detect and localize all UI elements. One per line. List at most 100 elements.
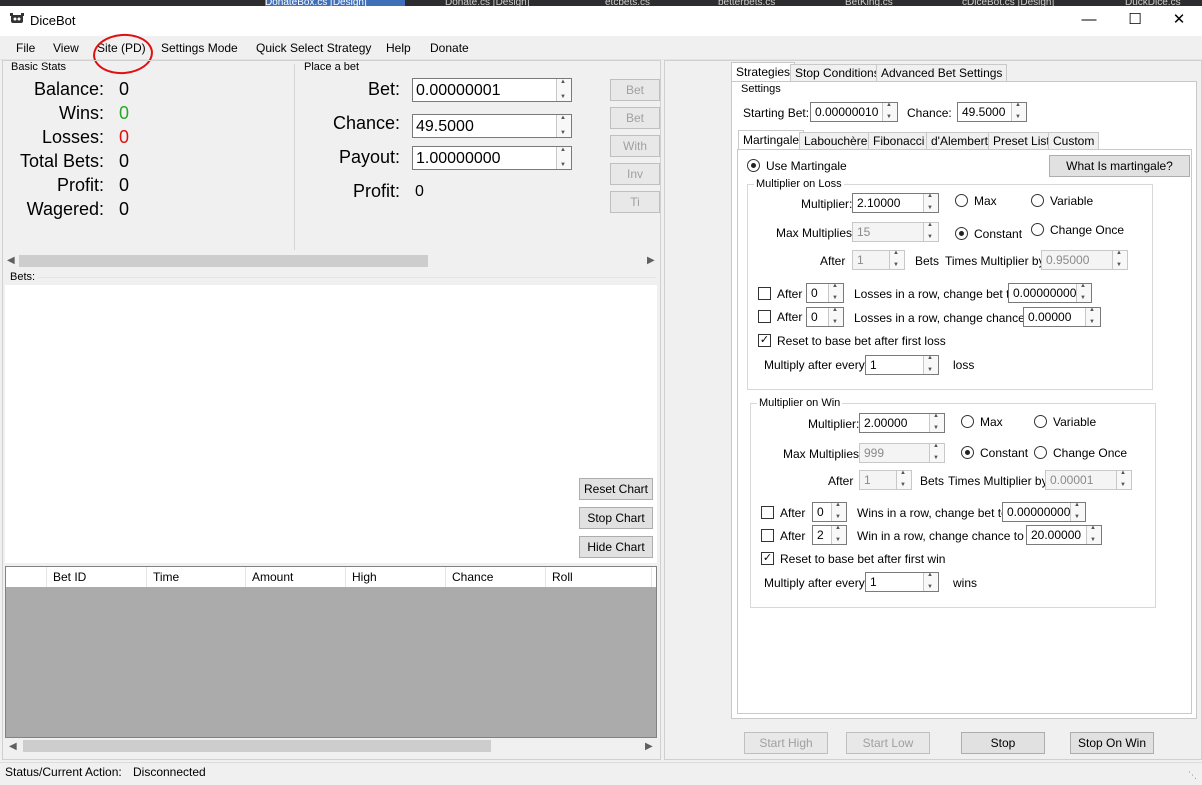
win-change-chance-target-spinner[interactable]	[1086, 525, 1101, 544]
menu-settings-mode[interactable]: Settings Mode	[161, 40, 238, 56]
settings-chance-input[interactable]: 49.5000	[957, 102, 1027, 122]
tab-labouchere[interactable]: Labouchère	[799, 132, 873, 150]
win-change-bet-checkbox[interactable]	[761, 506, 774, 519]
loss-after-spinner[interactable]	[889, 250, 904, 269]
loss-reset-checkbox[interactable]: ✓	[758, 334, 771, 347]
win-times-multiplier-spinner[interactable]	[1116, 470, 1131, 489]
minimize-button[interactable]: —	[1066, 6, 1112, 36]
loss-multiplier-input[interactable]: 2.10000	[852, 193, 939, 213]
reset-chart-button[interactable]: Reset Chart	[579, 478, 653, 500]
stop-button[interactable]: Stop	[961, 732, 1045, 754]
win-change-chance-count-spinner[interactable]	[831, 525, 846, 544]
bet-amount-input[interactable]: 0.00000001	[412, 78, 572, 102]
table-scroll-left-icon[interactable]: ◀	[9, 741, 17, 752]
menu-file[interactable]: File	[16, 40, 35, 56]
win-change-bet-target-input[interactable]: 0.00000000	[1002, 502, 1086, 522]
column-header-chance[interactable]: Chance	[446, 567, 546, 587]
menu-quick-select-strategy[interactable]: Quick Select Strategy	[256, 40, 371, 56]
loss-multiply-every-spinner[interactable]	[923, 355, 938, 374]
chance-input[interactable]: 49.5000	[412, 114, 572, 138]
loss-change-chance-count-input[interactable]: 0	[806, 307, 844, 327]
scroll-left-arrow-icon[interactable]: ◀	[7, 255, 15, 266]
table-scroll-right-icon[interactable]: ▶	[645, 741, 653, 752]
tab-fibonacci[interactable]: Fibonacci	[868, 132, 930, 150]
stop-on-win-button[interactable]: Stop On Win	[1070, 732, 1154, 754]
bet-high-button[interactable]: Bet	[610, 79, 660, 101]
loss-change-bet-count-input[interactable]: 0	[806, 283, 844, 303]
loss-max-multiplies-input[interactable]: 15	[852, 222, 939, 242]
loss-change-once-radio[interactable]	[1031, 223, 1044, 236]
table-scrollbar-thumb[interactable]	[23, 740, 491, 752]
invest-button[interactable]: Inv	[610, 163, 660, 185]
tab-stop-conditions[interactable]: Stop Conditions	[790, 64, 885, 82]
loss-max-radio[interactable]	[955, 194, 968, 207]
win-max-multiplies-input[interactable]: 999	[859, 443, 945, 463]
column-header-roll[interactable]: Roll	[546, 567, 652, 587]
tab-martingale[interactable]: Martingale	[738, 130, 805, 150]
column-header-high[interactable]: High	[346, 567, 446, 587]
win-constant-radio[interactable]	[961, 446, 974, 459]
win-multiply-every-input[interactable]: 1	[865, 572, 939, 592]
loss-variable-radio[interactable]	[1031, 194, 1044, 207]
win-reset-checkbox[interactable]: ✓	[761, 552, 774, 565]
chance-spinner[interactable]	[556, 115, 571, 137]
loss-times-multiplier-spinner[interactable]	[1112, 250, 1127, 269]
win-multiplier-spinner[interactable]	[929, 413, 944, 432]
win-change-bet-count-spinner[interactable]	[831, 502, 846, 521]
column-header-bet-id[interactable]: Bet ID	[47, 567, 147, 587]
menu-donate[interactable]: Donate	[430, 40, 469, 56]
tip-button[interactable]: Ti	[610, 191, 660, 213]
stop-chart-button[interactable]: Stop Chart	[579, 507, 653, 529]
loss-change-chance-checkbox[interactable]	[758, 310, 771, 323]
payout-spinner[interactable]	[556, 147, 571, 169]
win-multiplier-input[interactable]: 2.00000	[859, 413, 945, 433]
resize-grip-icon[interactable]: ⋱	[1188, 770, 1197, 781]
close-button[interactable]: ✕	[1156, 6, 1202, 36]
menu-help[interactable]: Help	[386, 40, 411, 56]
menu-view[interactable]: View	[53, 40, 79, 56]
win-multiply-every-spinner[interactable]	[923, 572, 938, 591]
maximize-button[interactable]: ☐	[1112, 6, 1158, 36]
win-change-chance-target-input[interactable]: 20.00000	[1026, 525, 1102, 545]
starting-bet-input[interactable]: 0.00000010	[810, 102, 898, 122]
tab-custom[interactable]: Custom	[1048, 132, 1100, 150]
loss-times-multiplier-input[interactable]: 0.95000	[1041, 250, 1128, 270]
start-high-button[interactable]: Start High	[744, 732, 828, 754]
win-max-radio[interactable]	[961, 415, 974, 428]
settings-chance-spinner[interactable]	[1011, 102, 1026, 121]
loss-change-bet-target-spinner[interactable]	[1076, 283, 1091, 302]
hide-chart-button[interactable]: Hide Chart	[579, 536, 653, 558]
win-variable-radio[interactable]	[1034, 415, 1047, 428]
start-low-button[interactable]: Start Low	[846, 732, 930, 754]
win-change-chance-checkbox[interactable]	[761, 529, 774, 542]
column-header-time[interactable]: Time	[147, 567, 246, 587]
loss-change-bet-count-spinner[interactable]	[828, 283, 843, 302]
scrollbar-thumb[interactable]	[19, 255, 428, 267]
what-is-martingale-button[interactable]: What Is martingale?	[1049, 155, 1190, 177]
tab-preset-list[interactable]: Preset List	[988, 132, 1055, 150]
starting-bet-spinner[interactable]	[882, 102, 897, 121]
loss-multiplier-spinner[interactable]	[923, 193, 938, 212]
tab-strategies[interactable]: Strategies	[731, 62, 796, 82]
bet-low-button[interactable]: Bet	[610, 107, 660, 129]
tab-advanced-bet-settings[interactable]: Advanced Bet Settings	[876, 64, 1008, 82]
win-after-input[interactable]: 1	[859, 470, 912, 490]
payout-input[interactable]: 1.00000000	[412, 146, 572, 170]
column-header-amount[interactable]: Amount	[246, 567, 346, 587]
use-martingale-radio[interactable]	[747, 159, 760, 172]
withdraw-button[interactable]: With	[610, 135, 660, 157]
loss-change-bet-target-input[interactable]: 0.00000000	[1008, 283, 1092, 303]
win-times-multiplier-input[interactable]: 0.00001	[1045, 470, 1132, 490]
win-change-chance-count-input[interactable]: 2	[812, 525, 847, 545]
loss-after-input[interactable]: 1	[852, 250, 905, 270]
scroll-right-arrow-icon[interactable]: ▶	[647, 255, 655, 266]
loss-change-chance-target-input[interactable]: 0.00000	[1023, 307, 1101, 327]
loss-change-chance-count-spinner[interactable]	[828, 307, 843, 326]
loss-change-bet-checkbox[interactable]	[758, 287, 771, 300]
win-change-bet-count-input[interactable]: 0	[812, 502, 847, 522]
win-after-spinner[interactable]	[896, 470, 911, 489]
win-max-multiplies-spinner[interactable]	[929, 443, 944, 462]
win-change-once-radio[interactable]	[1034, 446, 1047, 459]
loss-change-chance-target-spinner[interactable]	[1085, 307, 1100, 326]
loss-constant-radio[interactable]	[955, 227, 968, 240]
